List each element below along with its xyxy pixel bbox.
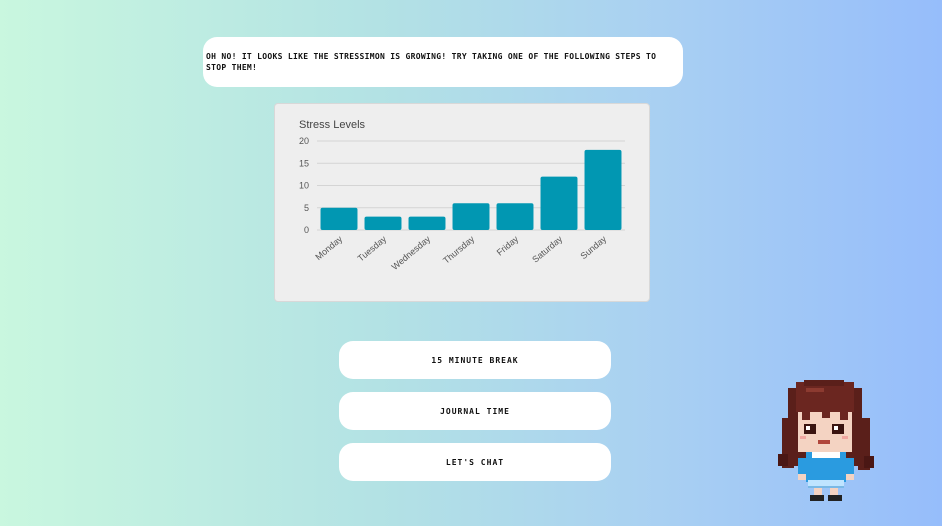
chart-title: Stress Levels — [299, 119, 366, 131]
bar-sunday — [584, 149, 622, 230]
x-tick-label: Monday — [313, 234, 344, 263]
bar-tuesday — [364, 216, 402, 230]
fifteen-minute-break-button[interactable]: 15 minute break — [339, 341, 611, 379]
x-tick-label: Wednesday — [390, 234, 433, 272]
stress-chart: Stress Levels 0 5 10 15 20 Monday Tuesday Wedne… — [299, 119, 625, 272]
journal-time-button[interactable]: journal time — [339, 392, 611, 430]
y-tick-label: 10 — [299, 181, 309, 191]
bar-wednesday — [408, 216, 446, 230]
bar-monday — [320, 207, 358, 230]
y-tick-label: 20 — [299, 136, 309, 146]
y-tick-label: 0 — [304, 225, 309, 235]
bar-friday — [496, 203, 534, 230]
x-tick-label: Friday — [495, 234, 521, 258]
stress-message: Oh no! It looks like the Stressimon is g… — [203, 37, 683, 87]
x-tick-label: Thursday — [441, 234, 477, 266]
x-tick-label: Sunday — [578, 234, 608, 262]
x-tick-label: Tuesday — [356, 234, 389, 264]
bar-saturday — [540, 176, 578, 230]
bar-thursday — [452, 203, 490, 230]
lets-chat-button[interactable]: let's chat — [339, 443, 611, 481]
stress-chart-card: Stress Levels 0 5 10 15 20 Monday Tuesday Wedne… — [274, 103, 650, 302]
pixel-character-avatar — [776, 378, 876, 503]
y-tick-label: 5 — [304, 203, 309, 213]
x-tick-label: Saturday — [530, 234, 564, 265]
y-tick-label: 15 — [299, 158, 309, 168]
